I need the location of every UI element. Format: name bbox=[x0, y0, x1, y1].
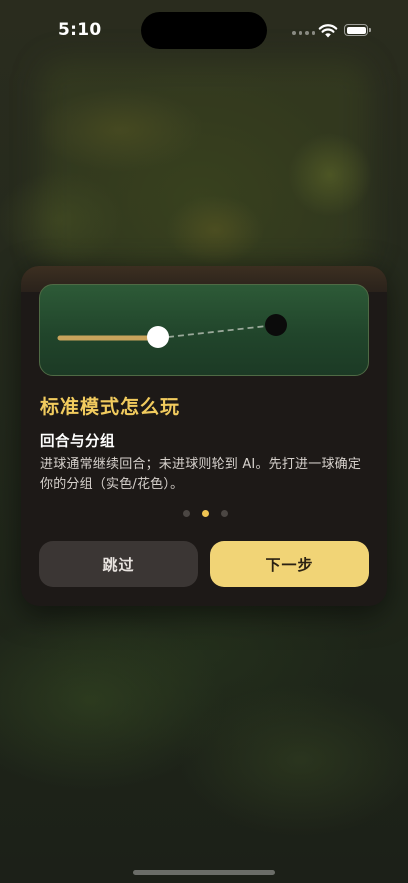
cellular-signal-icon bbox=[292, 31, 315, 35]
cue-ball bbox=[147, 326, 169, 348]
cue-aim-diagram bbox=[57, 314, 287, 348]
status-bar: 5:10 bbox=[0, 0, 408, 60]
pool-table-illustration bbox=[39, 284, 369, 376]
dynamic-island bbox=[141, 12, 267, 49]
page-dot-2-active bbox=[202, 510, 209, 517]
wifi-icon bbox=[318, 24, 338, 38]
target-ball bbox=[265, 314, 287, 336]
skip-button[interactable]: 跳过 bbox=[39, 541, 198, 587]
battery-icon bbox=[344, 24, 368, 36]
page-dot-1 bbox=[183, 510, 190, 517]
tutorial-description: 进球通常继续回合；未进球则轮到 AI。先打进一球确定你的分组（实色/花色）。 bbox=[40, 457, 362, 492]
tutorial-subtitle: 回合与分组 bbox=[40, 434, 115, 450]
next-step-button[interactable]: 下一步 bbox=[210, 541, 369, 587]
page-indicator bbox=[183, 510, 228, 517]
page-dot-3 bbox=[221, 510, 228, 517]
tutorial-title: 标准模式怎么玩 bbox=[40, 396, 181, 418]
aim-guide-line bbox=[167, 324, 277, 338]
home-indicator[interactable] bbox=[133, 870, 275, 875]
status-time: 5:10 bbox=[58, 20, 102, 40]
blurred-background-panel bbox=[40, 60, 370, 270]
